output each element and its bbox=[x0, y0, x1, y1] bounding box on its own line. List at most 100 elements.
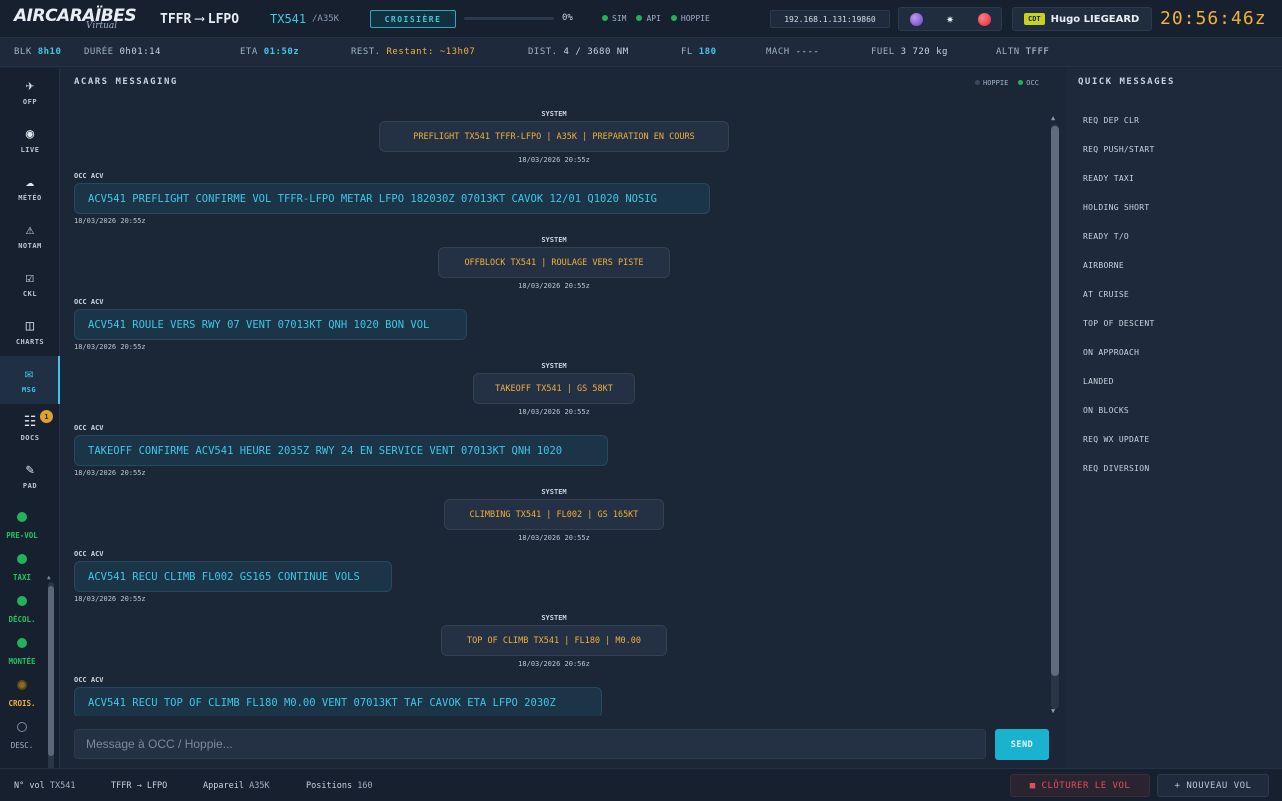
flight-info-bar: BLK 8h10 DURÉE 0h01:14 ETA 01:50z REST. … bbox=[0, 38, 1282, 67]
message-timestamp: 18/03/2026 20:55z bbox=[518, 282, 590, 290]
purple-orb-icon[interactable] bbox=[909, 12, 923, 26]
quick-message-item[interactable]: ON APPROACH bbox=[1083, 348, 1139, 357]
message-timestamp: 18/03/2026 20:55z bbox=[74, 595, 146, 603]
footer-flight-number: N° vol TX541 bbox=[14, 781, 76, 791]
occ-message: ACV541 RECU TOP OF CLIMB FL180 M0.00 VEN… bbox=[74, 687, 602, 716]
sun-icon[interactable]: ✷ bbox=[944, 13, 957, 26]
scroll-up-icon[interactable]: ▲ bbox=[47, 574, 51, 581]
chart-icon: ◫ bbox=[25, 317, 35, 334]
messaging-panel: ACARS MESSAGING HOPPIE OCC SYSTEM PREFLIGH… bbox=[61, 68, 1065, 768]
system-message: PREFLIGHT TX541 TFFR-LFPO | A35K | PREPA… bbox=[379, 121, 729, 152]
nav-item-ofp[interactable]: ✈ OFP bbox=[0, 68, 60, 116]
quick-message-item[interactable]: REQ DIVERSION bbox=[1083, 464, 1150, 473]
header-icon-group: ✷ bbox=[898, 7, 1002, 31]
origin-code: TFFR bbox=[160, 11, 192, 27]
phase-scrollbar[interactable]: ▲ ▼ bbox=[47, 574, 55, 801]
nav-item-notam[interactable]: ⚠ NOTAM bbox=[0, 212, 60, 260]
scroll-thumb[interactable] bbox=[1051, 126, 1059, 676]
scroll-up-icon[interactable]: ▲ bbox=[1051, 114, 1055, 122]
nav-item-label: CHARTS bbox=[15, 337, 45, 346]
scroll-thumb[interactable] bbox=[48, 586, 54, 756]
phase-step: TAXI bbox=[0, 554, 44, 582]
new-flight-button[interactable]: + NOUVEAU VOL bbox=[1157, 774, 1269, 797]
legend-item: HOPPIE bbox=[975, 79, 1008, 87]
nav-item-pad[interactable]: ✎ PAD bbox=[0, 452, 60, 500]
ip-address[interactable]: 192.168.1.131:19860 bbox=[770, 10, 890, 28]
phase-status-dot bbox=[17, 596, 27, 606]
nav-item-label: MÉTÉO bbox=[18, 193, 42, 202]
phase-label: TAXI bbox=[12, 573, 32, 582]
message-input[interactable] bbox=[74, 729, 986, 759]
quick-message-item[interactable]: REQ PUSH/START bbox=[1083, 145, 1155, 154]
quick-message-item[interactable]: READY TAXI bbox=[1083, 174, 1134, 183]
occ-message: ACV541 RECU CLIMB FL002 GS165 CONTINUE V… bbox=[74, 561, 392, 592]
message-timestamp: 18/03/2026 20:55z bbox=[518, 408, 590, 416]
user-profile[interactable]: CDT Hugo LIEGEARD bbox=[1012, 7, 1152, 31]
fuel-value: 3 720 kg bbox=[900, 47, 948, 57]
nav-item-label: PAD bbox=[22, 481, 38, 490]
quick-message-item[interactable]: LANDED bbox=[1083, 377, 1114, 386]
phase-status-dot bbox=[17, 512, 27, 522]
flight-progress-bar bbox=[464, 17, 554, 20]
quick-message-item[interactable]: REQ DEP CLR bbox=[1083, 116, 1139, 125]
scroll-down-icon[interactable]: ▼ bbox=[1051, 707, 1055, 715]
connection-status: HOPPIE bbox=[670, 14, 710, 23]
arrow-right-icon: ⟶ bbox=[195, 11, 204, 27]
nav-item-météo[interactable]: ☁ MÉTÉO bbox=[0, 164, 60, 212]
nav-item-msg[interactable]: ✉ MSG bbox=[0, 356, 60, 404]
brand-subtitle: Virtual bbox=[86, 21, 118, 31]
nav-item-ckl[interactable]: ☑ CKL bbox=[0, 260, 60, 308]
phase-step: DÉCOL. bbox=[0, 596, 44, 624]
status-dot-icon bbox=[636, 14, 643, 21]
mach-info: MACH ---- bbox=[766, 47, 820, 57]
quick-message-item[interactable]: READY T/O bbox=[1083, 232, 1129, 241]
message-sender: OCC ACV bbox=[74, 550, 104, 558]
message-sender: OCC ACV bbox=[74, 172, 104, 180]
brand-logo: AIRCARAÏBES Virtual bbox=[14, 4, 137, 34]
nav-item-docs[interactable]: ☷ DOCS 1 bbox=[0, 404, 60, 452]
occ-message: ACV541 PREFLIGHT CONFIRME VOL TFFR-LFPO … bbox=[74, 183, 710, 214]
pencil-icon: ✎ bbox=[25, 461, 35, 478]
cloud-icon: ☁ bbox=[25, 173, 35, 190]
fl-info: FL 180 bbox=[681, 47, 717, 57]
mach-value: ---- bbox=[795, 47, 820, 57]
eta-info: ETA 01:50z bbox=[240, 47, 300, 57]
system-message: TAKEOFF TX541 | GS 58KT bbox=[473, 373, 635, 404]
nav-item-live[interactable]: ◉ LIVE bbox=[0, 116, 60, 164]
message-timestamp: 18/03/2026 20:56z bbox=[518, 660, 590, 668]
quick-message-item[interactable]: TOP OF DESCENT bbox=[1083, 319, 1155, 328]
send-button[interactable]: SEND bbox=[995, 729, 1049, 760]
flight-number: TX541 bbox=[270, 12, 307, 26]
message-feed[interactable]: SYSTEM PREFLIGHT TX541 TFFR-LFPO | A35K |… bbox=[61, 102, 1047, 716]
legend-item: OCC bbox=[1018, 79, 1039, 87]
message-sender: SYSTEM bbox=[541, 362, 567, 370]
quick-message-item[interactable]: REQ WX UPDATE bbox=[1083, 435, 1150, 444]
message-sender: OCC ACV bbox=[74, 424, 104, 432]
plane-icon: ✈ bbox=[25, 77, 35, 94]
duree-value: 0h01:14 bbox=[119, 47, 161, 57]
phase-step: PRE-VOL bbox=[0, 512, 44, 540]
quick-messages-panel: QUICK MESSAGES REQ DEP CLR REQ PUSH/START… bbox=[1066, 68, 1282, 768]
message-timestamp: 18/03/2026 20:55z bbox=[518, 156, 590, 164]
quick-message-item[interactable]: HOLDING SHORT bbox=[1083, 203, 1150, 212]
nav-item-charts[interactable]: ◫ CHARTS bbox=[0, 308, 60, 356]
nav-item-label: CKL bbox=[22, 289, 38, 298]
feed-scrollbar[interactable]: ▲ ▼ bbox=[1049, 114, 1061, 718]
message-sender: OCC ACV bbox=[74, 298, 104, 306]
quick-message-item[interactable]: ON BLOCKS bbox=[1083, 406, 1129, 415]
sidebar: ▲ ▼ ✈ OFP ◉ LIVE ☁ MÉTÉO ⚠ NOTAM ☑ CKL ◫ CHARTS ✉ MSG… bbox=[0, 68, 60, 801]
red-record-icon[interactable] bbox=[977, 12, 991, 26]
quick-message-item[interactable]: AT CRUISE bbox=[1083, 290, 1129, 299]
phase-label: DÉCOL. bbox=[8, 615, 36, 624]
footer-aircraft: Appareil A35K bbox=[203, 781, 270, 791]
status-dot-icon bbox=[602, 14, 608, 21]
connection-label: API bbox=[646, 14, 661, 23]
close-flight-button[interactable]: ■ CLÔTURER LE VOL bbox=[1010, 774, 1150, 797]
occ-message: TAKEOFF CONFIRME ACV541 HEURE 2035Z RWY … bbox=[74, 435, 608, 466]
altn-value: TFFF bbox=[1025, 47, 1050, 57]
message-sender: SYSTEM bbox=[541, 236, 567, 244]
live-icon: ◉ bbox=[25, 125, 35, 142]
nav-item-label: NOTAM bbox=[18, 241, 42, 250]
quick-message-item[interactable]: AIRBORNE bbox=[1083, 261, 1124, 270]
message-sender: OCC ACV bbox=[74, 676, 104, 684]
